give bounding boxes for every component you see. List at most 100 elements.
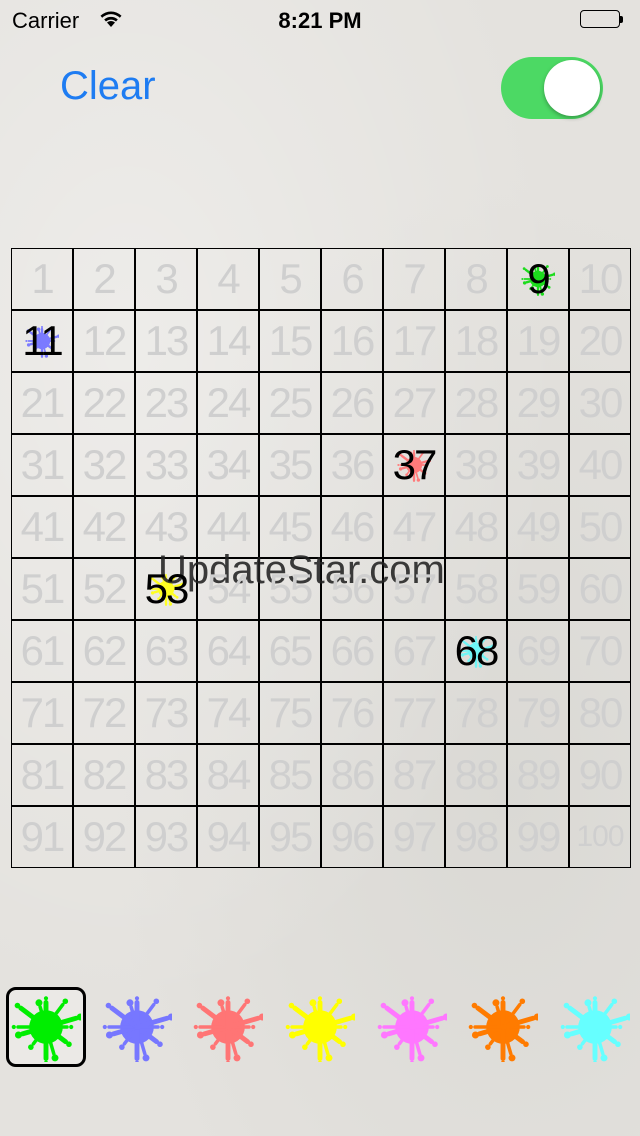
grid-cell-35[interactable]: 35 bbox=[259, 434, 321, 496]
grid-cell-1[interactable]: 1 bbox=[11, 248, 73, 310]
grid-cell-10[interactable]: 10 bbox=[569, 248, 631, 310]
mode-toggle[interactable] bbox=[501, 57, 603, 119]
grid-cell-78[interactable]: 78 bbox=[445, 682, 507, 744]
grid-cell-9[interactable]: 9 bbox=[507, 248, 569, 310]
grid-cell-83[interactable]: 83 bbox=[135, 744, 197, 806]
grid-cell-27[interactable]: 27 bbox=[383, 372, 445, 434]
grid-cell-50[interactable]: 50 bbox=[569, 496, 631, 558]
grid-cell-4[interactable]: 4 bbox=[197, 248, 259, 310]
grid-cell-12[interactable]: 12 bbox=[73, 310, 135, 372]
grid-cell-39[interactable]: 39 bbox=[507, 434, 569, 496]
clear-button[interactable]: Clear bbox=[60, 64, 156, 109]
grid-cell-13[interactable]: 13 bbox=[135, 310, 197, 372]
grid-cell-45[interactable]: 45 bbox=[259, 496, 321, 558]
grid-cell-2[interactable]: 2 bbox=[73, 248, 135, 310]
grid-cell-25[interactable]: 25 bbox=[259, 372, 321, 434]
paint-swatch-magenta[interactable] bbox=[372, 987, 452, 1067]
grid-cell-90[interactable]: 90 bbox=[569, 744, 631, 806]
grid-cell-30[interactable]: 30 bbox=[569, 372, 631, 434]
grid-cell-14[interactable]: 14 bbox=[197, 310, 259, 372]
grid-cell-91[interactable]: 91 bbox=[11, 806, 73, 868]
grid-cell-11[interactable]: 11 bbox=[11, 310, 73, 372]
grid-cell-68[interactable]: 68 bbox=[445, 620, 507, 682]
grid-cell-53[interactable]: 53 bbox=[135, 558, 197, 620]
paint-swatch-red[interactable] bbox=[188, 987, 268, 1067]
grid-cell-98[interactable]: 98 bbox=[445, 806, 507, 868]
grid-cell-18[interactable]: 18 bbox=[445, 310, 507, 372]
grid-cell-28[interactable]: 28 bbox=[445, 372, 507, 434]
grid-cell-20[interactable]: 20 bbox=[569, 310, 631, 372]
grid-cell-69[interactable]: 69 bbox=[507, 620, 569, 682]
grid-cell-19[interactable]: 19 bbox=[507, 310, 569, 372]
grid-cell-5[interactable]: 5 bbox=[259, 248, 321, 310]
grid-cell-49[interactable]: 49 bbox=[507, 496, 569, 558]
grid-cell-38[interactable]: 38 bbox=[445, 434, 507, 496]
grid-cell-46[interactable]: 46 bbox=[321, 496, 383, 558]
grid-cell-52[interactable]: 52 bbox=[73, 558, 135, 620]
grid-cell-66[interactable]: 66 bbox=[321, 620, 383, 682]
grid-cell-8[interactable]: 8 bbox=[445, 248, 507, 310]
grid-cell-29[interactable]: 29 bbox=[507, 372, 569, 434]
grid-cell-33[interactable]: 33 bbox=[135, 434, 197, 496]
paint-swatch-orange[interactable] bbox=[463, 987, 543, 1067]
grid-cell-75[interactable]: 75 bbox=[259, 682, 321, 744]
grid-cell-71[interactable]: 71 bbox=[11, 682, 73, 744]
grid-cell-79[interactable]: 79 bbox=[507, 682, 569, 744]
paint-swatch-cyan[interactable] bbox=[555, 987, 635, 1067]
grid-cell-34[interactable]: 34 bbox=[197, 434, 259, 496]
grid-cell-22[interactable]: 22 bbox=[73, 372, 135, 434]
grid-cell-42[interactable]: 42 bbox=[73, 496, 135, 558]
paint-swatch-green[interactable] bbox=[6, 987, 86, 1067]
grid-cell-37[interactable]: 37 bbox=[383, 434, 445, 496]
grid-cell-97[interactable]: 97 bbox=[383, 806, 445, 868]
grid-cell-16[interactable]: 16 bbox=[321, 310, 383, 372]
grid-cell-40[interactable]: 40 bbox=[569, 434, 631, 496]
grid-cell-76[interactable]: 76 bbox=[321, 682, 383, 744]
grid-cell-61[interactable]: 61 bbox=[11, 620, 73, 682]
grid-cell-26[interactable]: 26 bbox=[321, 372, 383, 434]
grid-cell-62[interactable]: 62 bbox=[73, 620, 135, 682]
grid-cell-64[interactable]: 64 bbox=[197, 620, 259, 682]
grid-cell-3[interactable]: 3 bbox=[135, 248, 197, 310]
grid-cell-6[interactable]: 6 bbox=[321, 248, 383, 310]
grid-cell-56[interactable]: 56 bbox=[321, 558, 383, 620]
grid-cell-31[interactable]: 31 bbox=[11, 434, 73, 496]
grid-cell-74[interactable]: 74 bbox=[197, 682, 259, 744]
grid-cell-48[interactable]: 48 bbox=[445, 496, 507, 558]
grid-cell-7[interactable]: 7 bbox=[383, 248, 445, 310]
grid-cell-54[interactable]: 54 bbox=[197, 558, 259, 620]
grid-cell-73[interactable]: 73 bbox=[135, 682, 197, 744]
grid-cell-87[interactable]: 87 bbox=[383, 744, 445, 806]
grid-cell-36[interactable]: 36 bbox=[321, 434, 383, 496]
grid-cell-96[interactable]: 96 bbox=[321, 806, 383, 868]
grid-cell-55[interactable]: 55 bbox=[259, 558, 321, 620]
paint-swatch-blue[interactable] bbox=[97, 987, 177, 1067]
grid-cell-59[interactable]: 59 bbox=[507, 558, 569, 620]
grid-cell-84[interactable]: 84 bbox=[197, 744, 259, 806]
grid-cell-85[interactable]: 85 bbox=[259, 744, 321, 806]
grid-cell-65[interactable]: 65 bbox=[259, 620, 321, 682]
grid-cell-47[interactable]: 47 bbox=[383, 496, 445, 558]
grid-cell-43[interactable]: 43 bbox=[135, 496, 197, 558]
grid-cell-67[interactable]: 67 bbox=[383, 620, 445, 682]
grid-cell-77[interactable]: 77 bbox=[383, 682, 445, 744]
grid-cell-88[interactable]: 88 bbox=[445, 744, 507, 806]
grid-cell-92[interactable]: 92 bbox=[73, 806, 135, 868]
grid-cell-95[interactable]: 95 bbox=[259, 806, 321, 868]
grid-cell-51[interactable]: 51 bbox=[11, 558, 73, 620]
grid-cell-24[interactable]: 24 bbox=[197, 372, 259, 434]
grid-cell-58[interactable]: 58 bbox=[445, 558, 507, 620]
grid-cell-72[interactable]: 72 bbox=[73, 682, 135, 744]
grid-cell-94[interactable]: 94 bbox=[197, 806, 259, 868]
grid-cell-21[interactable]: 21 bbox=[11, 372, 73, 434]
grid-cell-41[interactable]: 41 bbox=[11, 496, 73, 558]
paint-swatch-yellow[interactable] bbox=[280, 987, 360, 1067]
grid-cell-86[interactable]: 86 bbox=[321, 744, 383, 806]
grid-cell-57[interactable]: 57 bbox=[383, 558, 445, 620]
grid-cell-80[interactable]: 80 bbox=[569, 682, 631, 744]
grid-cell-63[interactable]: 63 bbox=[135, 620, 197, 682]
grid-cell-93[interactable]: 93 bbox=[135, 806, 197, 868]
grid-cell-44[interactable]: 44 bbox=[197, 496, 259, 558]
grid-cell-89[interactable]: 89 bbox=[507, 744, 569, 806]
grid-cell-32[interactable]: 32 bbox=[73, 434, 135, 496]
